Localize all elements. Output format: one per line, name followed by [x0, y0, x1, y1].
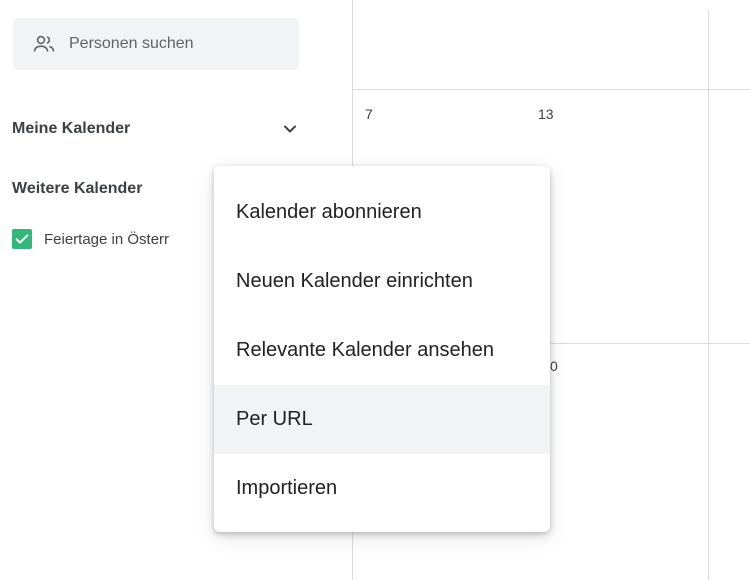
- menu-item-subscribe[interactable]: Kalender abonnieren: [214, 178, 550, 247]
- calendar-item-label: Feiertage in Österr: [44, 230, 170, 248]
- my-calendars-label: Meine Kalender: [12, 120, 131, 137]
- week-row-divider: [353, 89, 750, 90]
- add-calendar-menu: Kalender abonnieren Neuen Kalender einri…: [214, 166, 550, 532]
- day-number[interactable]: 13: [538, 106, 554, 122]
- menu-item-import[interactable]: Importieren: [214, 454, 550, 523]
- menu-item-create[interactable]: Neuen Kalender einrichten: [214, 247, 550, 316]
- day-number[interactable]: 7: [365, 106, 373, 122]
- people-search-field[interactable]: Personen suchen: [13, 18, 299, 70]
- other-calendars-header[interactable]: Weitere Kalender: [12, 180, 142, 198]
- chevron-down-icon[interactable]: [278, 117, 302, 141]
- checkbox-checked[interactable]: [12, 229, 32, 249]
- menu-item-from-url[interactable]: Per URL: [214, 385, 550, 454]
- my-calendars-header[interactable]: Meine Kalender: [12, 117, 302, 141]
- day-column-divider: [708, 10, 709, 580]
- calendar-item-holidays[interactable]: Feiertage in Österr: [12, 229, 169, 249]
- people-icon: [31, 31, 57, 57]
- calendar-app: 7 13 0 Personen suchen Meine Kalender We…: [0, 0, 750, 580]
- menu-item-browse[interactable]: Relevante Kalender ansehen: [214, 316, 550, 385]
- people-search-placeholder: Personen suchen: [69, 35, 194, 52]
- day-number[interactable]: 0: [550, 358, 558, 374]
